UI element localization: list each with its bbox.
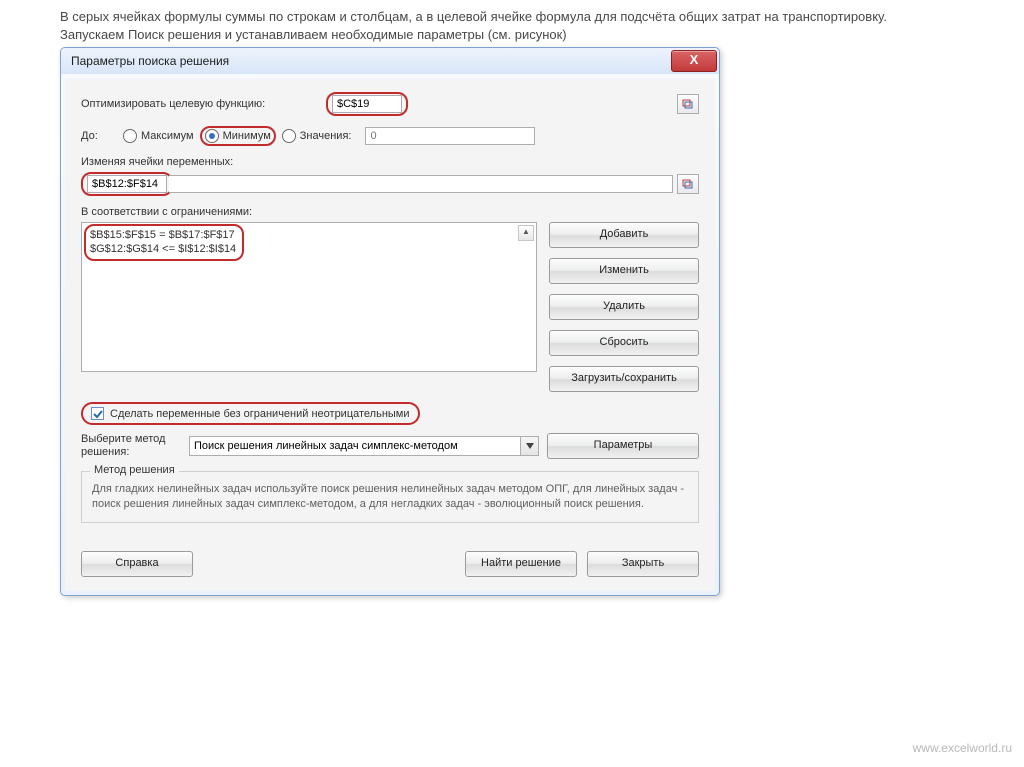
method-group-title: Метод решения [90, 464, 179, 476]
vars-input[interactable] [169, 175, 673, 193]
radio-min[interactable]: Минимум [205, 129, 271, 143]
objective-ref-button[interactable] [677, 94, 699, 114]
intro-line-1: В серых ячейках формулы суммы по строкам… [60, 8, 974, 26]
solve-button[interactable]: Найти решение [465, 551, 577, 577]
vars-ref-button[interactable] [677, 174, 699, 194]
radio-value-dot [282, 129, 296, 143]
range-select-icon [682, 179, 694, 189]
titlebar[interactable]: Параметры поиска решения X [61, 48, 719, 74]
radio-max[interactable]: Максимум [123, 129, 194, 143]
radio-max-label: Максимум [141, 130, 194, 142]
delete-button[interactable]: Удалить [549, 294, 699, 320]
highlight-vars [81, 172, 173, 196]
highlight-objective [326, 92, 408, 116]
constraints-list[interactable]: $B$15:$F$15 = $B$17:$F$17 $G$12:$G$14 <=… [81, 222, 537, 372]
page-intro-text: В серых ячейках формулы суммы по строкам… [0, 0, 1024, 47]
radio-min-label: Минимум [223, 130, 271, 142]
add-button[interactable]: Добавить [549, 222, 699, 248]
objective-label: Оптимизировать целевую функцию: [81, 98, 326, 110]
radio-value[interactable]: Значения: [282, 129, 352, 143]
constraint-row[interactable]: $G$12:$G$14 <= $I$12:$I$14 [90, 242, 236, 256]
objective-input[interactable] [332, 95, 402, 113]
constraints-label: В соответствии с ограничениями: [81, 206, 699, 218]
to-label: До: [81, 130, 109, 142]
constraint-row[interactable]: $B$15:$F$15 = $B$17:$F$17 [90, 228, 236, 242]
radio-value-label: Значения: [300, 130, 352, 142]
dialog-title: Параметры поиска решения [71, 54, 671, 68]
method-group-desc: Для гладких нелинейных задач используйте… [92, 482, 688, 512]
loadsave-button[interactable]: Загрузить/сохранить [549, 366, 699, 392]
vars-label: Изменяя ячейки переменных: [81, 156, 699, 168]
check-icon [93, 409, 103, 419]
nonneg-label: Сделать переменные без ограничений неотр… [110, 408, 410, 420]
highlight-min: Минимум [200, 126, 276, 146]
chevron-down-icon [526, 443, 534, 449]
radio-max-dot [123, 129, 137, 143]
change-button[interactable]: Изменить [549, 258, 699, 284]
highlight-nonneg: Сделать переменные без ограничений неотр… [81, 402, 420, 425]
reset-button[interactable]: Сбросить [549, 330, 699, 356]
nonneg-checkbox[interactable] [91, 407, 104, 420]
range-select-icon [682, 99, 694, 109]
help-button[interactable]: Справка [81, 551, 193, 577]
params-button[interactable]: Параметры [547, 433, 699, 459]
close-button[interactable]: X [671, 50, 717, 72]
method-combo[interactable] [189, 436, 521, 456]
close-dialog-button[interactable]: Закрыть [587, 551, 699, 577]
intro-line-2: Запускаем Поиск решения и устанавливаем … [60, 26, 974, 44]
scroll-up-button[interactable]: ▲ [518, 225, 534, 241]
method-group: Метод решения Для гладких нелинейных зад… [81, 471, 699, 523]
value-of-input[interactable] [365, 127, 535, 145]
credit-text: www.excelworld.ru [913, 741, 1012, 755]
method-dropdown-button[interactable] [521, 436, 539, 456]
vars-preview [87, 175, 167, 193]
radio-min-dot [205, 129, 219, 143]
solver-dialog: Параметры поиска решения X Оптимизироват… [60, 47, 720, 596]
method-label: Выберите метод решения: [81, 433, 181, 459]
highlight-constraints: $B$15:$F$15 = $B$17:$F$17 $G$12:$G$14 <=… [84, 224, 244, 261]
